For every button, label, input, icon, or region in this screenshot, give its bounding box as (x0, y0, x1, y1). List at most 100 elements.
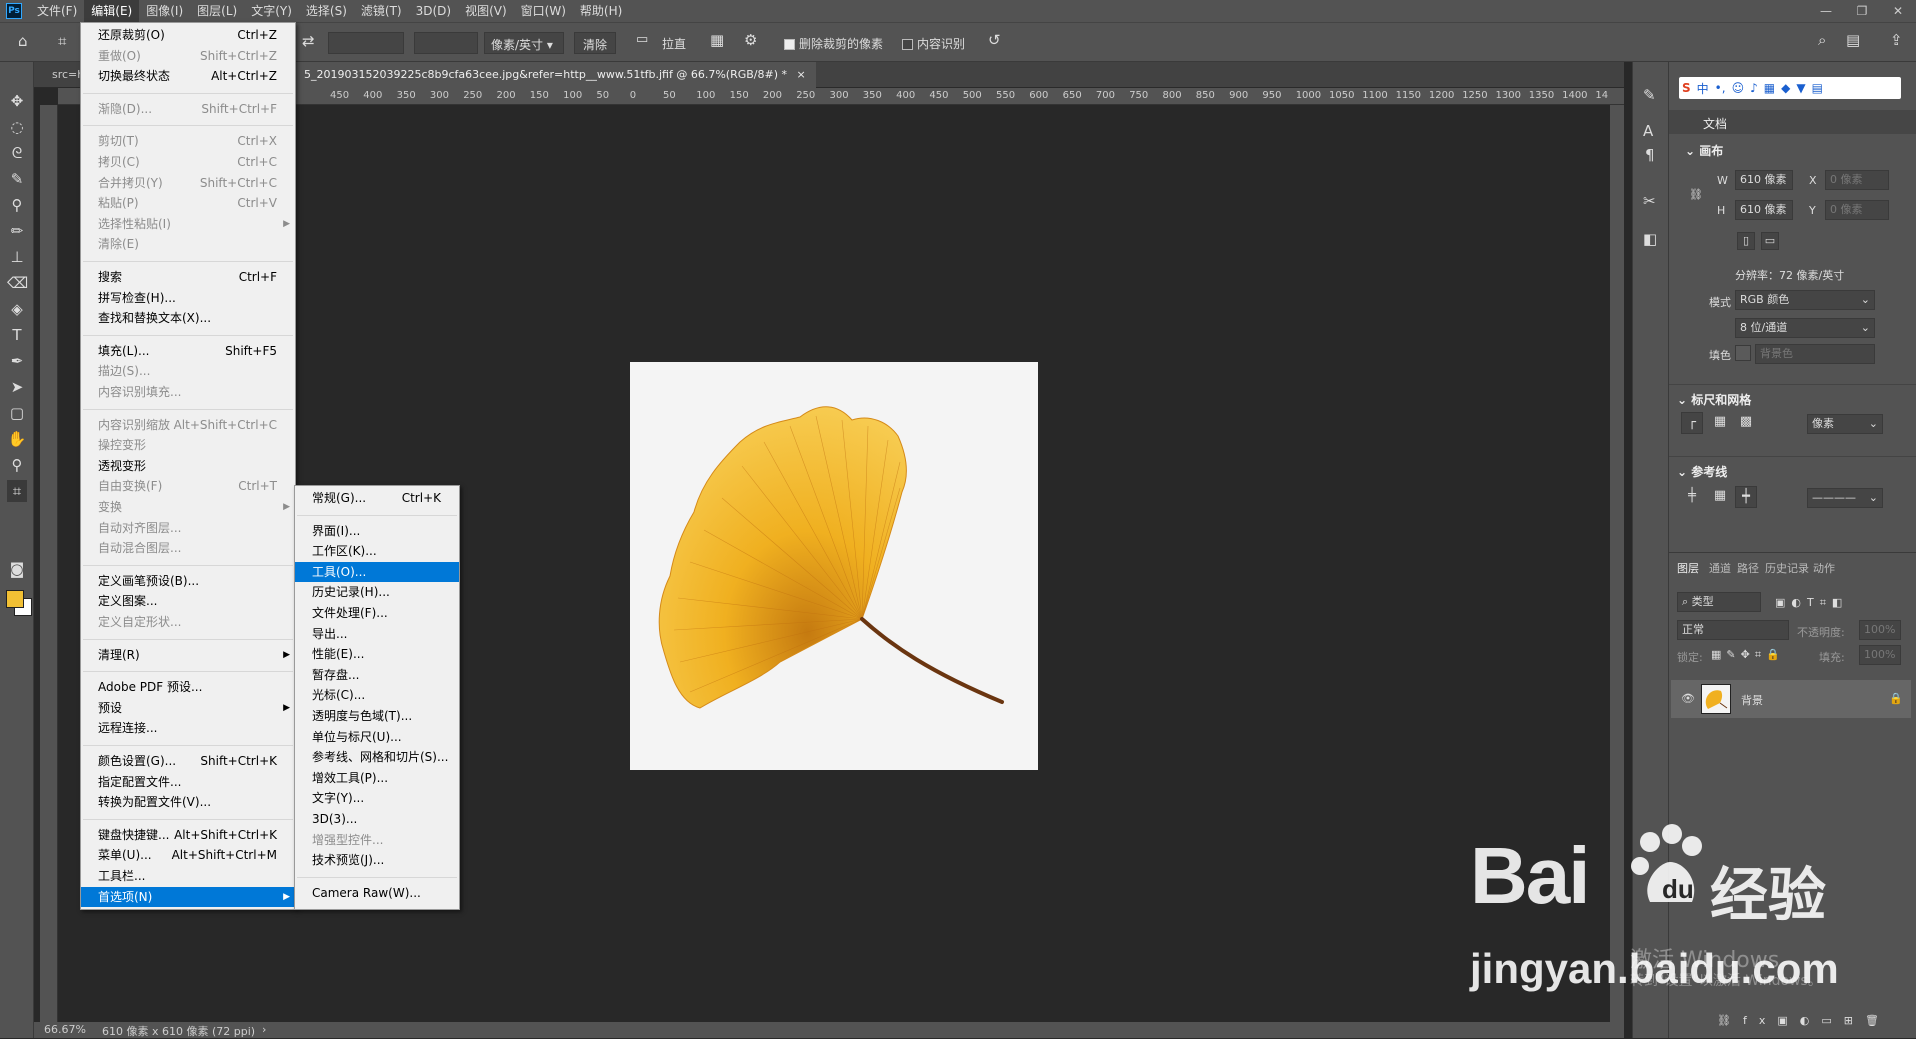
menu-item[interactable]: 清理(R) ▶ (81, 645, 295, 665)
quick-select-tool-icon[interactable]: ✎ (7, 168, 27, 190)
path-select-tool-icon[interactable]: ➤ (7, 376, 27, 398)
swap-icon[interactable]: ⇄ (302, 32, 315, 50)
delete-cropped-checkbox[interactable]: 删除裁剪的像素 (784, 35, 883, 52)
menu-item[interactable]: 键盘快捷键... Alt+Shift+Ctrl+K (81, 825, 295, 845)
zoom-level[interactable]: 66.67% (44, 1023, 86, 1036)
workspace-icon[interactable]: ▤ (1846, 31, 1860, 49)
guides-section-header[interactable]: ⌄ 参考线 (1669, 456, 1916, 480)
menu-0[interactable]: 文件(F) (30, 0, 84, 22)
menu-item[interactable]: 导出... (295, 624, 459, 644)
microphone-icon[interactable]: ♪ (1750, 81, 1758, 95)
keyboard-icon[interactable]: ▦ (1764, 81, 1775, 95)
menu-item[interactable]: 定义图案... (81, 591, 295, 611)
ruler-toggle-icon[interactable]: ┌ (1681, 412, 1703, 434)
zoom-tool-icon[interactable]: ⚲ (7, 454, 27, 476)
close-icon[interactable]: ✕ (1880, 0, 1916, 22)
bucket-tool-icon[interactable]: ◈ (7, 298, 27, 320)
marquee-tool-icon[interactable]: ◌ (7, 116, 27, 138)
eraser-tool-icon[interactable]: ⌫ (7, 272, 28, 294)
canvas-width-field[interactable]: 610 像素 (1735, 170, 1793, 190)
canvas-section-header[interactable]: ⌄ 画布 (1669, 142, 1916, 159)
skin-icon[interactable]: ◆ (1781, 81, 1790, 95)
guide-layout-icon[interactable]: ╪ (1681, 486, 1703, 508)
chevron-right-icon[interactable]: › (262, 1023, 266, 1036)
hand-tool-icon[interactable]: ✋ (7, 428, 27, 450)
menu-item[interactable]: 工作区(K)... (295, 541, 459, 561)
straighten-label[interactable]: 拉直 (662, 35, 686, 52)
menu-item[interactable]: 查找和替换文本(X)... (81, 308, 295, 328)
menu-5[interactable]: 选择(S) (299, 0, 354, 22)
link-icon[interactable]: ⛓ (1689, 188, 1703, 201)
crop-tool-active-icon[interactable]: ⌗ (7, 480, 27, 502)
search-icon[interactable]: ⌕ (1818, 31, 1826, 49)
shirt-icon[interactable]: ▼ (1796, 81, 1805, 95)
menu-10[interactable]: 帮助(H) (573, 0, 629, 22)
punctuation-icon[interactable]: •, (1715, 81, 1726, 95)
eyedropper-tool-icon[interactable]: ⚲ (7, 194, 27, 216)
grid-toggle-icon[interactable]: ▦ (1709, 412, 1731, 434)
menu-item[interactable]: 还原裁剪(O) Ctrl+Z (81, 25, 295, 45)
ruler-units-dropdown[interactable]: 像素 ⌄ (1807, 414, 1883, 434)
menu-item[interactable]: 定义画笔预设(B)... (81, 571, 295, 591)
grid-icon[interactable]: ▤ (1812, 81, 1823, 95)
menu-2[interactable]: 图像(I) (139, 0, 190, 22)
lock-icons[interactable]: ▦✎✥⌗🔒 (1711, 648, 1785, 662)
menu-item[interactable]: 首选项(N) ▶ (81, 886, 295, 907)
guide-grid-icon[interactable]: ▦ (1709, 486, 1731, 508)
tab-history[interactable]: 历史记录 (1765, 560, 1809, 576)
gear-icon[interactable]: ⚙ (744, 31, 757, 49)
lasso-tool-icon[interactable]: ᘓ (7, 142, 27, 164)
menu-item[interactable]: 单位与标尺(U)... (295, 727, 459, 747)
menu-item[interactable]: 文字(Y)... (295, 788, 459, 808)
rulers-section-header[interactable]: ⌄ 标尺和网格 (1669, 384, 1916, 408)
layer-kind-filter[interactable]: ⌕ 类型 (1677, 592, 1761, 612)
blend-mode-dropdown[interactable]: 正常 (1677, 620, 1789, 640)
menu-6[interactable]: 滤镜(T) (354, 0, 409, 22)
menu-item[interactable]: 文件处理(F)... (295, 603, 459, 623)
menu-item[interactable]: 工具(O)... (295, 561, 459, 582)
menu-item[interactable]: 搜索 Ctrl+F (81, 267, 295, 287)
bit-depth-dropdown[interactable]: 8 位/通道 ⌄ (1735, 318, 1875, 338)
tab-active-document[interactable]: 5_201903152039225c8b9cfa63cee.jpg&refer=… (296, 62, 816, 88)
menu-item[interactable]: 预设 ▶ (81, 698, 295, 718)
stamp-tool-icon[interactable]: ⊥ (7, 246, 27, 268)
menu-item[interactable]: 性能(E)... (295, 644, 459, 664)
reset-icon[interactable]: ↺ (988, 31, 1001, 49)
tab-paths[interactable]: 路径 (1737, 560, 1759, 576)
menu-item[interactable]: 切换最终状态 Alt+Ctrl+Z (81, 66, 295, 86)
menu-3[interactable]: 图层(L) (190, 0, 244, 22)
menu-item[interactable]: 3D(3)... (295, 809, 459, 829)
pixel-grid-icon[interactable]: ▩ (1735, 412, 1757, 434)
emoji-icon[interactable]: ☺ (1732, 81, 1745, 95)
menu-8[interactable]: 视图(V) (458, 0, 514, 22)
guide-add-icon[interactable]: ┿ (1735, 486, 1757, 508)
menu-item[interactable]: 常规(G)... Ctrl+K (295, 488, 459, 508)
move-tool-icon[interactable]: ✥ (7, 90, 27, 112)
home-icon[interactable]: ⌂ (18, 32, 28, 50)
straighten-icon[interactable]: ▭ (636, 32, 648, 47)
landscape-icon[interactable]: ▭ (1761, 232, 1779, 250)
menu-item[interactable]: 远程连接... (81, 718, 295, 738)
units-dropdown[interactable]: 像素/英寸 ▾ (484, 32, 564, 54)
menu-item[interactable]: Camera Raw(W)... (295, 883, 459, 903)
menu-item[interactable]: 填充(L)... Shift+F5 (81, 341, 295, 361)
menu-7[interactable]: 3D(D) (409, 0, 458, 22)
brush-tool-icon[interactable]: ✏ (7, 220, 27, 242)
ime-mode-icon[interactable]: 中 (1697, 80, 1709, 97)
width-ratio-input[interactable] (328, 32, 404, 54)
brush-settings-icon[interactable]: ✎ (1643, 86, 1656, 104)
tab-channels[interactable]: 通道 (1709, 560, 1731, 576)
menu-item[interactable]: 拼写检查(H)... (81, 288, 295, 308)
clone-source-icon[interactable]: ◧ (1643, 230, 1657, 248)
menu-item[interactable]: Adobe PDF 预设... (81, 677, 295, 697)
document-image[interactable] (630, 362, 1038, 770)
canvas-height-field[interactable]: 610 像素 (1735, 200, 1793, 220)
menu-item[interactable]: 菜单(U)... Alt+Shift+Ctrl+M (81, 845, 295, 865)
share-icon[interactable]: ⇪ (1890, 31, 1903, 49)
menu-item[interactable]: 参考线、网格和切片(S)... (295, 747, 459, 767)
restore-icon[interactable]: ❐ (1844, 0, 1880, 22)
eye-icon[interactable]: 👁 (1681, 692, 1695, 705)
menu-item[interactable]: 透视变形 (81, 456, 295, 476)
menu-item[interactable]: 光标(C)... (295, 685, 459, 705)
height-ratio-input[interactable] (414, 32, 478, 54)
